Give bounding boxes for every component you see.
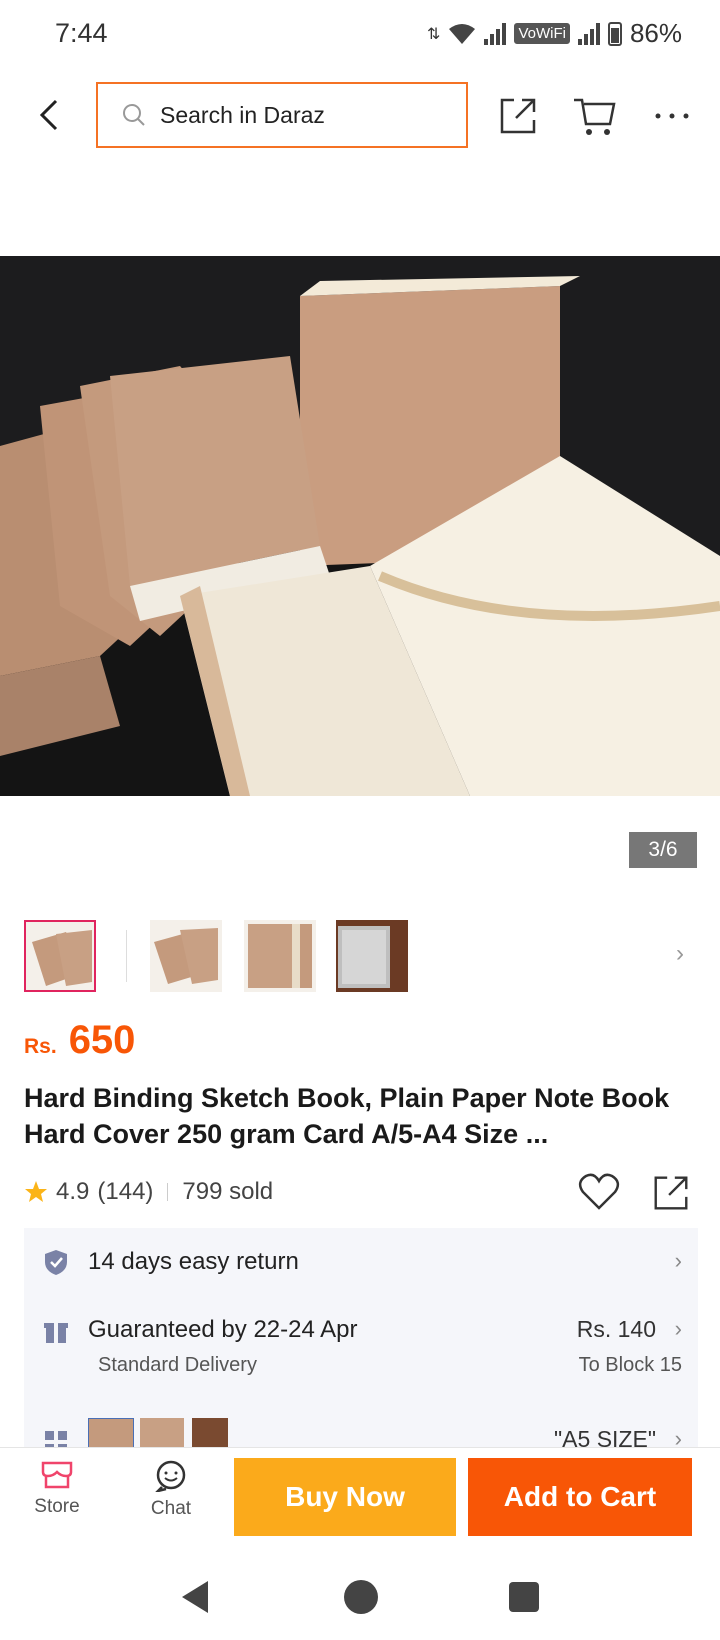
search-bar[interactable]: Search in Daraz bbox=[96, 82, 468, 148]
store-tab[interactable]: Store bbox=[12, 1448, 102, 1548]
chevron-right-icon: › bbox=[674, 1426, 682, 1448]
rating-separator bbox=[167, 1183, 169, 1201]
thumbnail-image bbox=[26, 922, 94, 990]
vowifi-badge: VoWiFi bbox=[514, 23, 570, 44]
delivery-box-icon bbox=[44, 1323, 68, 1343]
product-image[interactable] bbox=[0, 256, 720, 796]
back-arrow-icon bbox=[39, 99, 58, 131]
price-currency: Rs. bbox=[24, 1035, 57, 1058]
battery-percent: 86% bbox=[629, 18, 682, 48]
battery-icon bbox=[607, 21, 622, 46]
sketchbooks-photo bbox=[0, 256, 720, 796]
chat-label: Chat bbox=[150, 1498, 192, 1519]
thumbnail-image bbox=[244, 920, 316, 992]
variant-grid-icon bbox=[45, 1431, 67, 1448]
chat-tab[interactable]: Chat bbox=[126, 1448, 216, 1548]
service-info-box: 14 days easy return › Guaranteed by 22-2… bbox=[24, 1228, 698, 1448]
bottom-action-bar: Store Chat Buy Now Add to Cart bbox=[0, 1447, 720, 1558]
delivery-fee: Rs. 140 bbox=[576, 1316, 656, 1342]
share-icon bbox=[654, 1176, 688, 1210]
search-input[interactable]: Search in Daraz bbox=[160, 102, 325, 129]
price-value: 650 bbox=[68, 1018, 136, 1062]
thumbnail-1[interactable] bbox=[24, 920, 96, 992]
share-product-button[interactable] bbox=[650, 1172, 692, 1219]
product-title: Hard Binding Sketch Book, Plain Paper No… bbox=[24, 1083, 670, 1149]
share-icon bbox=[500, 98, 536, 134]
thumbnail-divider bbox=[126, 930, 127, 982]
more-icon bbox=[655, 113, 689, 119]
more-button[interactable] bbox=[650, 94, 694, 138]
delivery-type: Standard Delivery bbox=[98, 1354, 257, 1376]
status-time: 7:44 bbox=[55, 18, 108, 48]
search-icon bbox=[123, 104, 145, 126]
variant-thumb-3[interactable] bbox=[192, 1418, 228, 1448]
variant-row[interactable]: "A5 SIZE" › bbox=[24, 1418, 698, 1448]
wifi-icon bbox=[449, 23, 476, 44]
delivery-row[interactable]: Guaranteed by 22-24 Apr Standard Deliver… bbox=[24, 1316, 698, 1392]
return-text: 14 days easy return bbox=[88, 1248, 299, 1275]
cart-button[interactable] bbox=[572, 94, 616, 138]
review-count: (144) bbox=[97, 1178, 154, 1205]
thumbnails-next-icon[interactable]: › bbox=[676, 940, 684, 968]
rating-row[interactable]: 4.9 (144) 799 sold bbox=[24, 1178, 273, 1206]
thumbnail-image bbox=[150, 920, 222, 992]
add-to-cart-button[interactable]: Add to Cart bbox=[468, 1458, 692, 1536]
thumbnail-2[interactable] bbox=[150, 920, 222, 992]
signal-icon bbox=[484, 22, 507, 45]
wishlist-button[interactable] bbox=[578, 1172, 620, 1217]
share-button[interactable] bbox=[496, 94, 540, 138]
chevron-right-icon: › bbox=[674, 1316, 682, 1341]
chat-icon bbox=[153, 1460, 186, 1494]
thumbnail-4[interactable] bbox=[336, 920, 408, 992]
buy-now-button[interactable]: Buy Now bbox=[234, 1458, 456, 1536]
image-counter: 3/6 bbox=[629, 832, 697, 868]
return-row[interactable]: 14 days easy return › bbox=[24, 1228, 698, 1294]
system-navigation-bar bbox=[0, 1557, 720, 1640]
variant-value: "A5 SIZE" bbox=[554, 1426, 656, 1448]
delivery-destination: To Block 15 bbox=[578, 1354, 682, 1376]
data-arrows-icon: ⇅ bbox=[427, 25, 441, 43]
status-icons: ⇅ VoWiFi 86% bbox=[427, 18, 682, 49]
nav-home-icon[interactable] bbox=[343, 1579, 379, 1615]
sold-count: 799 sold bbox=[182, 1178, 274, 1205]
nav-back-icon[interactable] bbox=[178, 1579, 212, 1615]
back-button[interactable] bbox=[30, 95, 70, 135]
signal-icon-2 bbox=[577, 22, 600, 45]
star-icon bbox=[25, 1181, 47, 1202]
variant-thumb-1[interactable] bbox=[88, 1418, 134, 1448]
chevron-right-icon: › bbox=[674, 1248, 682, 1273]
rating-value: 4.9 bbox=[56, 1178, 90, 1205]
shield-icon bbox=[45, 1250, 67, 1275]
store-label: Store bbox=[34, 1496, 80, 1517]
thumbnail-image bbox=[336, 920, 408, 992]
variant-thumb-2[interactable] bbox=[140, 1418, 184, 1448]
cart-icon bbox=[574, 98, 616, 135]
store-icon bbox=[41, 1461, 73, 1489]
thumbnail-3[interactable] bbox=[244, 920, 316, 992]
delivery-title: Guaranteed by 22-24 Apr bbox=[88, 1316, 358, 1343]
nav-recents-icon[interactable] bbox=[508, 1581, 540, 1613]
price: Rs. 650 bbox=[24, 1018, 135, 1063]
heart-icon bbox=[578, 1173, 620, 1210]
